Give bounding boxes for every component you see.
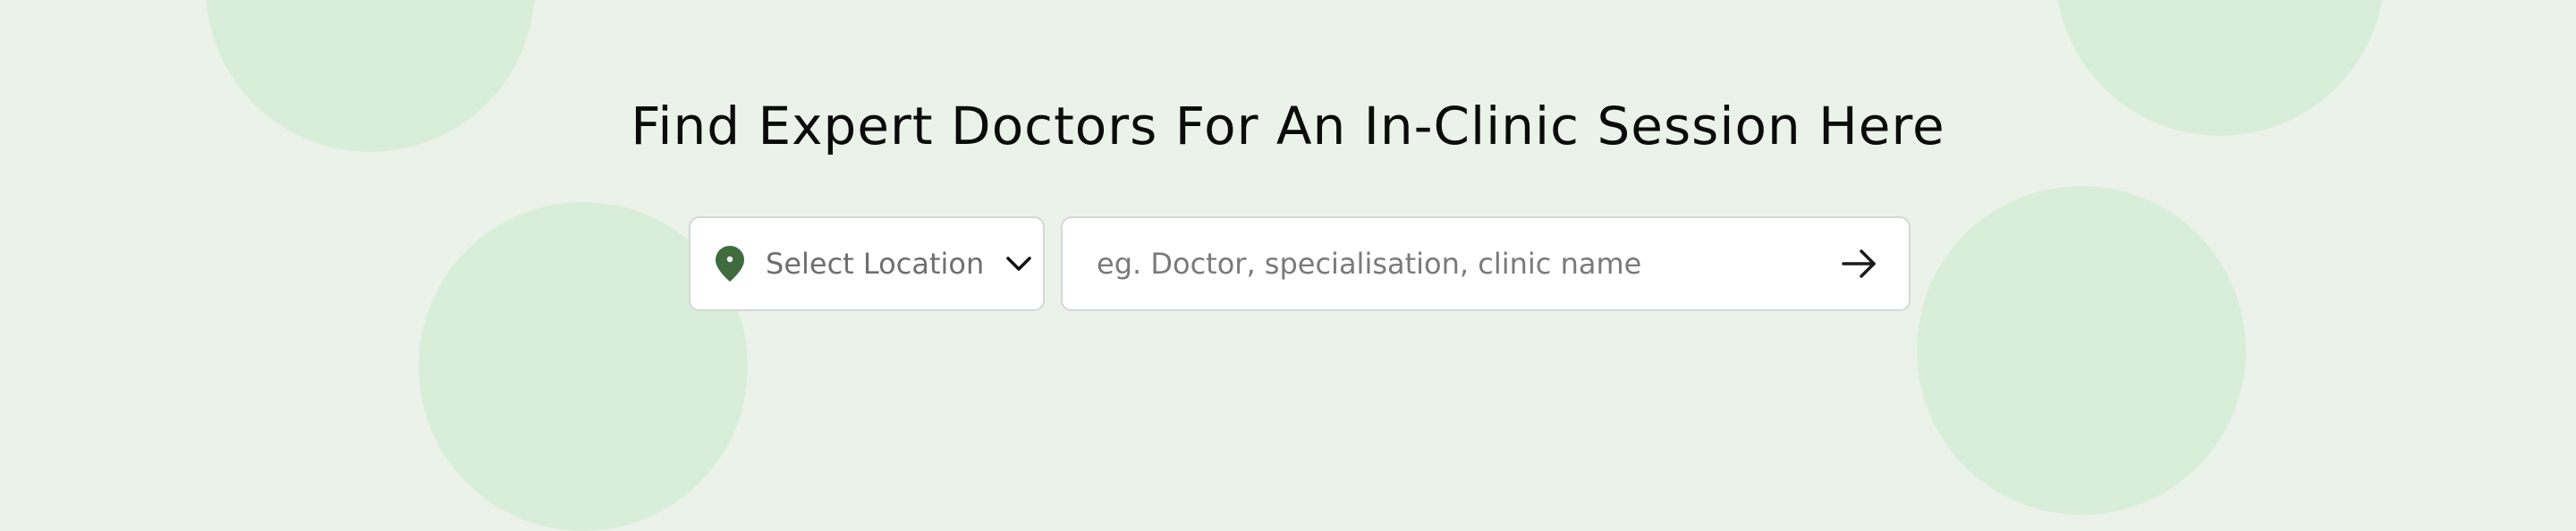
arrow-right-icon — [1842, 249, 1876, 278]
search-box — [1061, 216, 1911, 311]
search-submit-button[interactable] — [1810, 218, 1909, 309]
decorative-circle — [1917, 186, 2246, 515]
location-label: Select Location — [766, 247, 985, 281]
search-input[interactable] — [1063, 218, 1810, 309]
location-dropdown[interactable]: Select Location — [689, 216, 1045, 311]
page-title: Find Expert Doctors For An In-Clinic Ses… — [631, 96, 1945, 156]
map-pin-icon — [714, 245, 746, 282]
chevron-down-icon — [1004, 249, 1034, 279]
